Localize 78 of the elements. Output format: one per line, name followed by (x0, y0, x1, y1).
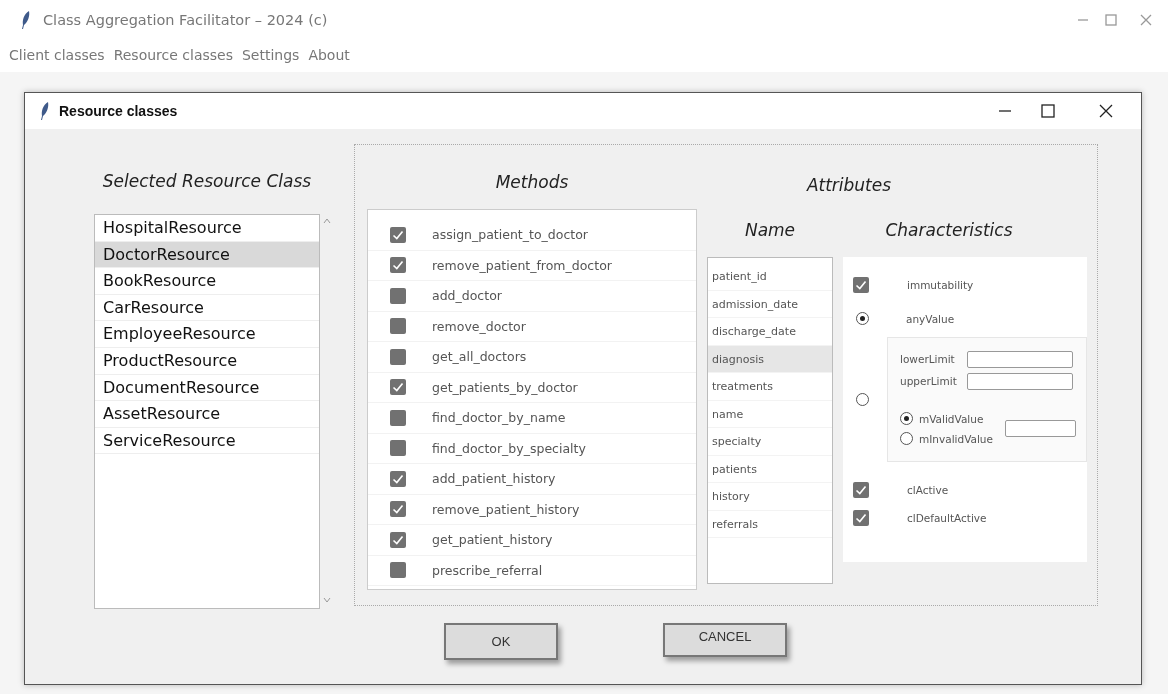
checkbox[interactable] (390, 501, 406, 518)
list-item[interactable]: treatments (708, 373, 832, 401)
list-item[interactable]: DoctorResource (95, 241, 319, 269)
list-item[interactable]: discharge_date (708, 318, 832, 346)
list-item[interactable]: history (708, 483, 832, 511)
method-label: get_patients_by_doctor (432, 379, 578, 395)
list-item[interactable]: specialty (708, 428, 832, 456)
option-label: clActive (907, 484, 949, 496)
list-item[interactable]: ProductResource (95, 347, 319, 375)
menu-item[interactable]: Settings (242, 47, 300, 63)
method-label: find_doctor_by_name (432, 410, 566, 426)
list-item[interactable]: BookResource (95, 268, 319, 295)
list-item[interactable]: admission_date (708, 290, 832, 318)
option-label: clDefaultActive (907, 512, 987, 524)
checkbox[interactable] (390, 226, 406, 243)
method-label: get_all_doctors (432, 349, 527, 365)
menu-item[interactable]: About (308, 47, 350, 63)
feather-icon (39, 101, 50, 121)
list-item[interactable]: ServiceResource (95, 427, 319, 455)
window-title: Class Aggregation Facilitator – 2024 (c) (43, 12, 329, 28)
input-field[interactable] (1004, 420, 1076, 437)
list-item[interactable]: diagnosis (708, 345, 832, 373)
cancel-button[interactable]: CANCEL (663, 623, 787, 657)
column-heading: Characteristics (884, 219, 1014, 242)
list-item[interactable]: HospitalResource (95, 215, 319, 242)
checkbox[interactable] (853, 277, 869, 293)
input-field[interactable] (967, 372, 1073, 390)
checkbox[interactable] (853, 510, 869, 526)
list-heading: Selected Resource Class (101, 170, 313, 193)
list-item[interactable]: EmployeeResource (95, 321, 319, 348)
field-label: upperLimit (900, 375, 958, 387)
input-field[interactable] (967, 350, 1073, 368)
method-label: assign_patient_to_doctor (432, 227, 588, 243)
list-item[interactable]: patient_id (708, 263, 832, 291)
checkbox[interactable] (390, 318, 406, 335)
checkbox[interactable] (390, 409, 406, 426)
radio-button[interactable] (900, 432, 913, 445)
method-label: remove_doctor (432, 318, 526, 334)
menu-item[interactable]: Client classes (9, 47, 105, 63)
checkbox[interactable] (390, 287, 406, 304)
checkbox[interactable] (390, 379, 406, 396)
list-item[interactable]: DocumentResource (95, 374, 319, 402)
method-label: find_doctor_by_specialty (432, 440, 586, 456)
list-item[interactable]: CarResource (95, 294, 319, 322)
ok-button[interactable]: OK (444, 623, 558, 660)
checkbox[interactable] (390, 257, 406, 274)
option-label: mValidValue (919, 412, 984, 425)
list-item[interactable]: patients (708, 455, 832, 483)
radio-button[interactable] (900, 412, 913, 425)
checkbox[interactable] (390, 348, 406, 365)
option-label: anyValue (906, 312, 955, 325)
checkbox[interactable] (853, 482, 869, 498)
list-item[interactable]: name (708, 400, 832, 428)
section-heading: Methods (494, 171, 570, 194)
option-label: mInvalidValue (919, 432, 993, 445)
section-heading: Attributes (805, 174, 893, 197)
radio-button[interactable] (856, 393, 869, 406)
list-item[interactable]: referrals (708, 510, 832, 538)
method-label: add_patient_history (432, 471, 556, 487)
checkbox[interactable] (390, 562, 406, 579)
method-label: add_doctor (432, 288, 502, 304)
checkbox[interactable] (390, 440, 406, 457)
method-label: get_patient_history (432, 532, 553, 548)
checkbox[interactable] (390, 470, 406, 487)
maximize-icon[interactable] (1041, 104, 1055, 118)
method-label: remove_patient_history (432, 501, 580, 517)
radio-button[interactable] (856, 312, 869, 325)
method-label: remove_patient_from_doctor (432, 257, 612, 273)
field-label: lowerLimit (900, 353, 956, 365)
option-label: immutability (907, 279, 974, 291)
checkbox[interactable] (390, 531, 406, 548)
method-label: prescribe_referral (432, 562, 543, 578)
menu-item[interactable]: Resource classes (113, 47, 233, 63)
dialog-title: Resource classes (59, 103, 179, 119)
feather-icon (20, 10, 31, 30)
close-icon[interactable] (1099, 104, 1113, 118)
list-item[interactable]: AssetResource (95, 401, 319, 428)
column-heading: Name (743, 219, 797, 242)
